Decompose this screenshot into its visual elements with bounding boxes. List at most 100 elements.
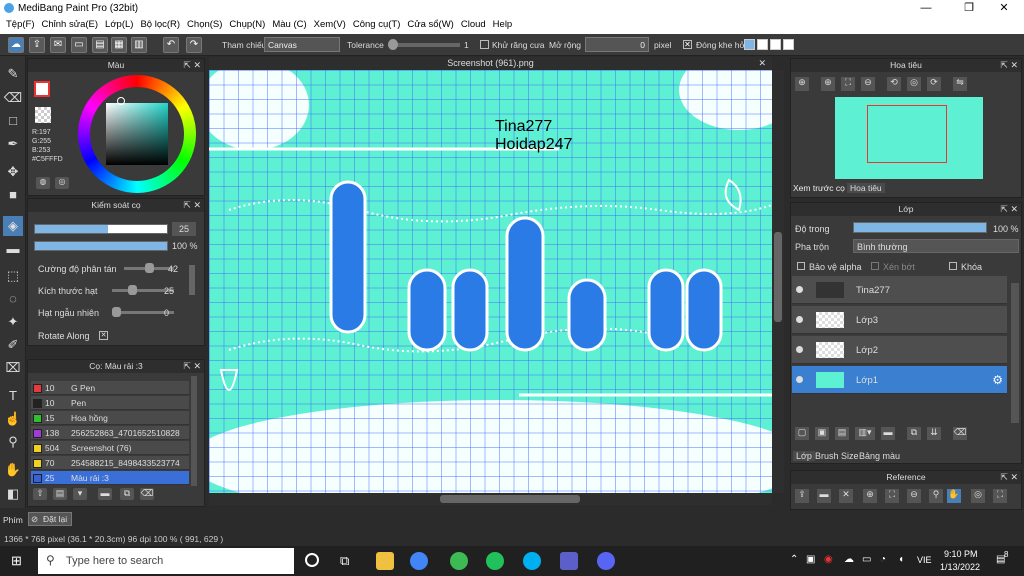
operation-tool-icon[interactable]: ☝ bbox=[3, 409, 23, 429]
ref-hand-icon[interactable]: ✋ bbox=[947, 489, 961, 503]
volume-icon[interactable]: ◖ bbox=[898, 554, 904, 565]
skype-icon[interactable] bbox=[523, 552, 541, 570]
panel-close-icon[interactable]: ⇱ ✕ bbox=[183, 199, 201, 212]
scatter-slider-handle[interactable] bbox=[145, 263, 154, 273]
move-tool-icon[interactable]: ✥ bbox=[3, 162, 23, 182]
close-button[interactable]: ✕ bbox=[990, 1, 1018, 16]
duplicate-layer-icon[interactable]: ⧉ bbox=[907, 427, 921, 440]
rectangle-tool-icon[interactable]: □ bbox=[3, 111, 23, 131]
menu-file[interactable]: Tệp(F) bbox=[6, 17, 42, 34]
file-explorer-icon[interactable] bbox=[376, 552, 394, 570]
navigator-viewport[interactable] bbox=[867, 105, 947, 163]
reset-button[interactable]: ⊘ Đặt lại bbox=[28, 512, 72, 526]
layer-type-menu-icon[interactable]: ▥▾ bbox=[855, 427, 875, 440]
taskbar-search-box[interactable]: ⚲ Type here to search bbox=[38, 548, 294, 574]
discord-icon[interactable] bbox=[597, 552, 615, 570]
palette-icon[interactable]: ◍ bbox=[36, 177, 50, 189]
layer-visibility-icon[interactable] bbox=[796, 376, 803, 383]
protect-alpha-checkbox[interactable] bbox=[797, 262, 805, 270]
panel-close-icon[interactable]: ⇱ ✕ bbox=[1000, 59, 1018, 72]
windows-start-icon[interactable]: ⊞ bbox=[11, 554, 25, 568]
flip-icon[interactable]: ⇋ bbox=[953, 77, 967, 91]
color-swatch-icon[interactable]: ◧ bbox=[3, 484, 23, 504]
merge-layer-icon[interactable]: ⇊ bbox=[927, 427, 941, 440]
clip-checkbox[interactable] bbox=[871, 262, 879, 270]
saturation-square[interactable] bbox=[106, 103, 168, 165]
color-picker-handle[interactable] bbox=[117, 97, 125, 105]
language-indicator[interactable]: VIE bbox=[917, 555, 932, 565]
layer-visibility-icon[interactable] bbox=[796, 346, 803, 353]
delete-layer-icon[interactable]: ⌫ bbox=[953, 427, 967, 440]
tolerance-slider[interactable] bbox=[388, 43, 460, 47]
antialias-checkbox[interactable] bbox=[480, 40, 489, 49]
tab-navigator[interactable]: Hoa tiêu bbox=[847, 183, 885, 193]
zoom-out-icon[interactable]: ⊖ bbox=[861, 77, 875, 91]
brush-list-item[interactable]: 138 256252863_4701652510828 bbox=[31, 426, 189, 440]
task-view-icon[interactable]: ⧉ bbox=[340, 553, 349, 569]
menu-select[interactable]: Chọn(S) bbox=[187, 17, 229, 34]
ref-eyedropper-icon[interactable]: ⚲ bbox=[929, 489, 943, 503]
brush-delete-icon[interactable]: ⌫ bbox=[140, 488, 154, 500]
cloud-icon[interactable]: ☁ bbox=[8, 37, 24, 53]
layers-scrollbar[interactable] bbox=[1011, 283, 1019, 423]
brush-size-value[interactable]: 25 bbox=[172, 222, 196, 236]
canvas-tab[interactable]: Screenshot (961).png ✕ bbox=[209, 57, 772, 70]
brush-tool-icon[interactable]: ✎ bbox=[3, 64, 23, 84]
brush-settings-icon[interactable]: ▤ bbox=[53, 488, 67, 500]
panel-close-icon[interactable]: ⇱ ✕ bbox=[1000, 203, 1018, 216]
wifi-icon[interactable]: ◔ bbox=[880, 554, 886, 565]
foreground-color-swatch[interactable] bbox=[34, 81, 50, 97]
brush-list-item[interactable]: 10 Pen bbox=[31, 396, 189, 410]
clock-time[interactable]: 9:10 PM bbox=[944, 549, 978, 559]
menu-filter[interactable]: Bộ lọc(R) bbox=[140, 17, 187, 34]
hand-tool-icon[interactable]: ✋ bbox=[3, 460, 23, 480]
panels-icon[interactable]: ▥ bbox=[131, 37, 147, 53]
layer-visibility-icon[interactable] bbox=[796, 286, 803, 293]
maximize-button[interactable]: ❐ bbox=[955, 1, 983, 16]
brush-control-scrollbar[interactable] bbox=[189, 265, 195, 295]
brush-menu-icon[interactable]: ▾ bbox=[73, 488, 87, 500]
tolerance-slider-handle[interactable] bbox=[388, 39, 398, 50]
menu-edit[interactable]: Chỉnh sửa(E) bbox=[42, 17, 106, 34]
cortana-icon[interactable] bbox=[305, 553, 319, 567]
select-eraser-icon[interactable]: ⌧ bbox=[3, 358, 23, 378]
keys-tab[interactable]: Phím bbox=[3, 515, 23, 525]
particle-size-handle[interactable] bbox=[127, 285, 137, 295]
layer-opacity-slider[interactable] bbox=[853, 222, 987, 233]
gap-level-4[interactable] bbox=[783, 39, 794, 50]
tab-brush-size[interactable]: Brush Size bbox=[815, 451, 859, 461]
blend-mode-select[interactable]: Bình thường bbox=[853, 239, 1019, 253]
gradient-tool-icon[interactable]: ▬ bbox=[3, 239, 23, 259]
canvas-text-tina[interactable]: Tina277 bbox=[495, 118, 552, 136]
lock-checkbox[interactable] bbox=[949, 262, 957, 270]
menu-tools[interactable]: Công cụ(T) bbox=[353, 17, 408, 34]
tray-meet-icon[interactable]: ▣ bbox=[806, 554, 815, 565]
drawing-canvas[interactable]: Tina277 Hoidap247 bbox=[209, 70, 772, 493]
panel-close-icon[interactable]: ⇱ ✕ bbox=[183, 59, 201, 72]
brush-list-item[interactable]: 504 Screenshot (76) bbox=[31, 441, 189, 455]
add-brush-icon[interactable]: ⇧ bbox=[33, 488, 47, 500]
tab-layer[interactable]: Lớp bbox=[793, 451, 815, 461]
expand-input[interactable]: 0 bbox=[585, 37, 649, 52]
brush-folder-icon[interactable]: ▬ bbox=[98, 488, 112, 500]
gap-level-3[interactable] bbox=[770, 39, 781, 50]
teams-icon[interactable] bbox=[560, 552, 578, 570]
select-tool-icon[interactable]: ⬚ bbox=[3, 266, 23, 286]
ref-open-icon[interactable]: ▬ bbox=[817, 489, 831, 503]
brush-opacity-slider[interactable] bbox=[34, 241, 168, 251]
rotate-along-checkbox[interactable]: ✕ bbox=[99, 331, 108, 340]
menu-window[interactable]: Cửa sổ(W) bbox=[407, 17, 460, 34]
comment-icon[interactable]: ▭ bbox=[71, 37, 87, 53]
random-particle-handle[interactable] bbox=[112, 307, 121, 317]
grid-icon[interactable]: ▦ bbox=[111, 37, 127, 53]
text-tool-icon[interactable]: T bbox=[3, 386, 23, 406]
new-layer-1bit-icon[interactable]: ▤ bbox=[835, 427, 849, 440]
undo-icon[interactable]: ↶ bbox=[163, 37, 179, 53]
menu-help[interactable]: Help bbox=[493, 17, 520, 34]
transparent-swatch[interactable] bbox=[35, 107, 51, 123]
panel-close-icon[interactable]: ⇱ ✕ bbox=[1000, 471, 1018, 484]
select-pen-icon[interactable]: ✐ bbox=[3, 335, 23, 355]
tray-chevron-icon[interactable]: ⌃ bbox=[790, 554, 798, 565]
menu-color[interactable]: Màu (C) bbox=[272, 17, 313, 34]
brush-copy-icon[interactable]: ⧉ bbox=[120, 488, 134, 500]
